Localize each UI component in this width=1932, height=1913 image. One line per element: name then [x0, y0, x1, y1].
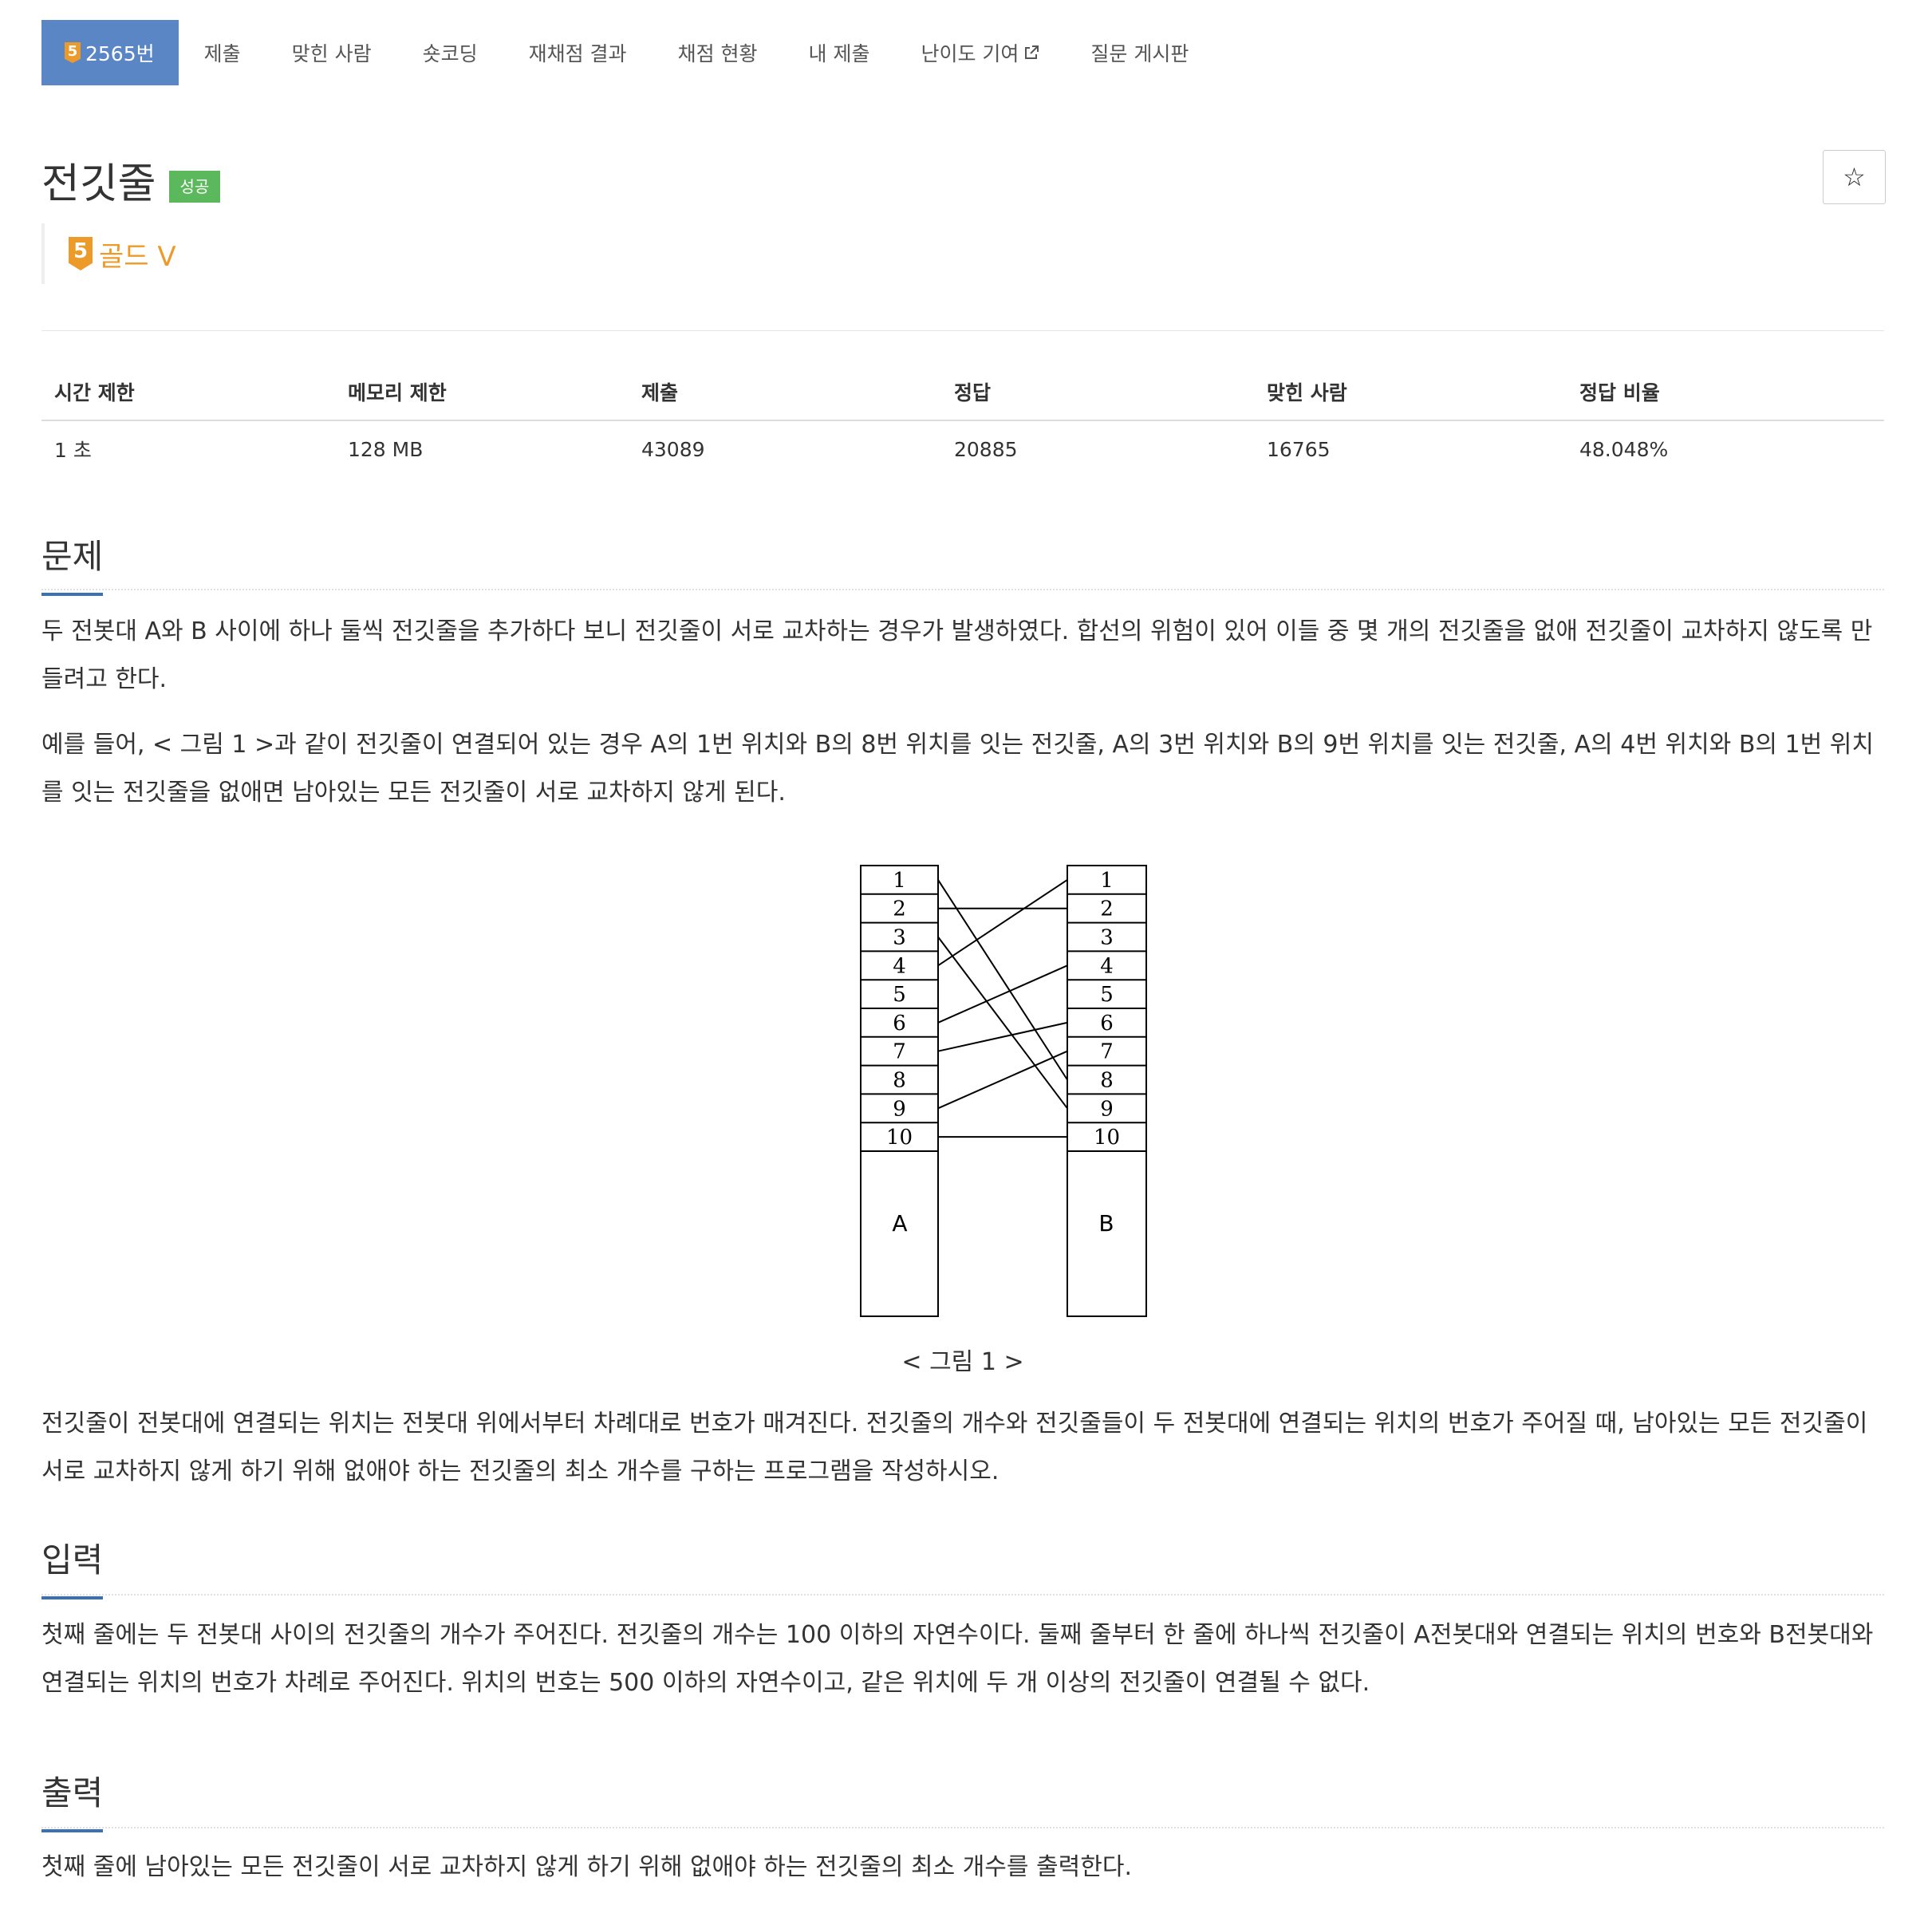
wire-9-7 — [937, 1050, 1068, 1110]
slot-label-a-3: 3 — [893, 926, 906, 950]
output-heading: 출력 — [41, 1766, 104, 1832]
slot-label-b-6: 6 — [1100, 1012, 1114, 1035]
favorite-button[interactable]: ☆ — [1823, 150, 1886, 204]
tab-solvers[interactable]: 맞힌 사람 — [266, 20, 397, 85]
figure-caption: < 그림 1 > — [901, 1348, 1024, 1376]
input-heading: 입력 — [41, 1533, 104, 1599]
header-time-limit: 시간 제한 — [41, 364, 335, 421]
cell-memory-limit: 128 MB — [348, 437, 424, 461]
output-section-heading: 출력 — [41, 1766, 1884, 1832]
table-header-row: 시간 제한 메모리 제한 제출 정답 맞힌 사람 정답 비율 — [41, 364, 1884, 421]
problem-heading: 문제 — [41, 530, 104, 596]
slot-label-a-10: 10 — [886, 1126, 913, 1150]
input-paragraph: 첫째 줄에는 두 전봇대 사이의 전깃줄의 개수가 주어진다. 전깃줄의 개수는… — [41, 1621, 1874, 1697]
slot-label-b-9: 9 — [1100, 1097, 1114, 1121]
tab-short-coding[interactable]: 숏코딩 — [397, 20, 503, 85]
slot-label-a-2: 2 — [893, 897, 906, 921]
slot-label-a-7: 7 — [893, 1040, 906, 1064]
slot-label-b-3: 3 — [1100, 926, 1114, 950]
wire-4-1 — [937, 879, 1068, 967]
pole-b-label: B — [1098, 1210, 1114, 1237]
table-row: 1 초 128 MB 43089 20885 16765 48.048% — [41, 420, 1884, 477]
star-icon: ☆ — [1843, 162, 1866, 192]
divider — [41, 330, 1884, 331]
page-title: 전깃줄 — [41, 160, 156, 208]
tab-submit[interactable]: 제출 — [179, 20, 266, 85]
tab-difficulty-label: 난이도 기여 — [921, 42, 1019, 65]
wire-7-6 — [937, 1021, 1068, 1052]
slot-label-a-8: 8 — [893, 1069, 906, 1093]
problem-info-table: 시간 제한 메모리 제한 제출 정답 맞힌 사람 정답 비율 1 초 128 M… — [41, 364, 1884, 477]
tab-problem-label: 2565번 — [85, 42, 155, 65]
header-memory-limit: 메모리 제한 — [335, 364, 629, 421]
problem-section-heading: 문제 — [41, 530, 1884, 596]
cell-time-limit: 1 초 — [54, 439, 92, 462]
slot-label-b-7: 7 — [1100, 1040, 1114, 1064]
status-badge: 성공 — [168, 170, 221, 203]
cell-accept-ratio: 48.048% — [1579, 437, 1669, 461]
slot-label-a-9: 9 — [893, 1097, 906, 1121]
wire-6-4 — [937, 964, 1068, 1024]
pole-a-label: A — [892, 1210, 907, 1237]
tab-qna-board[interactable]: 질문 게시판 — [1065, 20, 1214, 85]
problem-paragraph-3: 전깃줄이 전봇대에 연결되는 위치는 전봇대 위에서부터 차례대로 번호가 매겨… — [41, 1410, 1868, 1485]
header-solvers: 맞힌 사람 — [1254, 364, 1567, 421]
problem-paragraph-1: 두 전봇대 A와 B 사이에 하나 둘씩 전깃줄을 추가하다 보니 전깃줄이 서… — [41, 617, 1873, 693]
slot-label-b-2: 2 — [1100, 897, 1114, 921]
tier-indicator: 5 골드 V — [41, 223, 176, 284]
problem-tabs: 5 2565번 제출 맞힌 사람 숏코딩 재채점 결과 채점 현황 내 제출 난… — [41, 20, 1214, 85]
tier-shield-icon: 5 — [69, 237, 93, 270]
problem-paragraph-2: 예를 들어, < 그림 1 >과 같이 전깃줄이 연결되어 있는 경우 A의 1… — [41, 731, 1874, 807]
heading-rule — [41, 1827, 1884, 1828]
tier-badge-icon: 5 — [65, 42, 81, 63]
slot-label-b-5: 5 — [1100, 983, 1114, 1007]
tier-name: 골드 V — [99, 240, 176, 273]
header-accept-ratio: 정답 비율 — [1567, 364, 1884, 421]
tab-judge-status[interactable]: 채점 현황 — [653, 20, 783, 85]
wire-diagram-group: A B 1 1 2 2 3 3 4 4 5 5 6 6 7 7 8 8 9 9 10 10 — [860, 865, 1147, 1317]
input-section-heading: 입력 — [41, 1533, 1884, 1599]
tab-problem[interactable]: 5 2565번 — [41, 20, 179, 85]
tab-rejudge-results[interactable]: 재채점 결과 — [503, 20, 653, 85]
cell-solvers: 16765 — [1267, 437, 1331, 461]
slot-label-b-8: 8 — [1100, 1069, 1114, 1093]
heading-rule — [41, 589, 1884, 590]
cell-submissions: 43089 — [641, 437, 705, 461]
slot-label-b-4: 4 — [1100, 954, 1114, 978]
wire-diagram: A B 1 1 2 2 3 3 4 4 5 5 6 6 7 7 8 8 9 9 10 10 — [860, 865, 1147, 1317]
header-submissions: 제출 — [629, 364, 941, 421]
wire-1-8 — [937, 879, 1068, 1081]
slot-label-b-1: 1 — [1100, 869, 1114, 893]
cell-accepted: 20885 — [954, 437, 1018, 461]
slot-label-a-5: 5 — [893, 983, 906, 1007]
heading-rule — [41, 1594, 1884, 1595]
slot-label-a-4: 4 — [893, 954, 906, 978]
wire-3-9 — [937, 936, 1068, 1109]
tab-difficulty-contrib[interactable]: 난이도 기여 — [895, 20, 1065, 85]
problem-title-row: 전깃줄 성공 — [41, 150, 221, 210]
slot-label-a-1: 1 — [893, 869, 906, 893]
output-paragraph: 첫째 줄에 남아있는 모든 전깃줄이 서로 교차하지 않게 하기 위해 없애야 … — [41, 1853, 1132, 1881]
external-link-icon — [1025, 45, 1039, 59]
header-accepted: 정답 — [941, 364, 1254, 421]
slot-label-b-10: 10 — [1094, 1126, 1120, 1150]
slot-label-a-6: 6 — [893, 1012, 906, 1035]
tab-my-submissions[interactable]: 내 제출 — [783, 20, 896, 85]
